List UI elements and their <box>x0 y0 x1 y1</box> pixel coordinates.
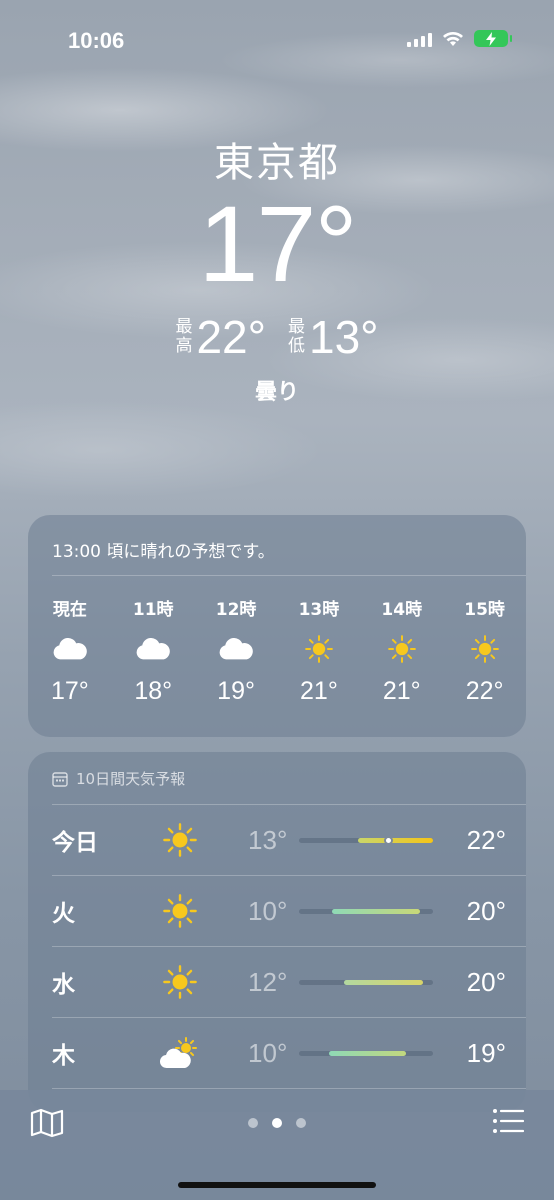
location-list-button[interactable] <box>492 1108 525 1138</box>
hourly-item: 11時 18° <box>112 595 195 706</box>
cloud-icon <box>218 621 254 677</box>
daily-row[interactable]: 今日 13° 22° <box>52 805 506 875</box>
page-indicator[interactable] <box>0 1118 554 1128</box>
daily-forecast-header: 10日間天気予報 <box>52 768 185 789</box>
hour-temperature: 21° <box>300 677 338 705</box>
hour-label: 12時 <box>215 600 257 620</box>
temperature-range-fill <box>358 837 434 843</box>
status-icons <box>407 30 512 47</box>
temperature-range-bar <box>299 908 434 914</box>
sun-icon <box>387 621 416 677</box>
hourly-item: 15時 22° <box>443 595 526 706</box>
temperature-range-bar <box>299 1050 434 1056</box>
day-high: 22° <box>466 824 506 855</box>
hour-temperature: 17° <box>51 677 89 705</box>
temperature-range-fill <box>328 1050 407 1056</box>
partly-sunny-icon <box>152 1037 209 1069</box>
sun-icon <box>305 621 333 677</box>
daily-row[interactable]: 水 12° 20° <box>52 947 506 1017</box>
hour-label: 15時 <box>464 600 505 620</box>
low-label: 最低 <box>288 317 305 356</box>
day-high: 20° <box>466 966 506 997</box>
sun-icon <box>152 965 209 999</box>
status-bar: 10:06 <box>0 0 554 84</box>
day-high: 19° <box>466 1037 506 1068</box>
current-temp-marker <box>383 835 393 845</box>
hourly-summary: 13:00 頃に晴れの予想です。 <box>52 542 275 562</box>
temperature-range-bar <box>299 979 434 985</box>
day-low: 13° <box>248 824 288 855</box>
list-icon <box>493 1109 525 1133</box>
day-name: 今日 <box>52 830 98 856</box>
daily-forecast-card[interactable]: 10日間天気予報 今日 13° 22° 火 10° 20° 水 12° 20° … <box>28 752 526 1112</box>
temperature-range-fill <box>331 908 420 914</box>
cloud-icon <box>52 621 88 677</box>
battery-charging-icon <box>474 30 512 47</box>
hour-temperature: 22° <box>465 677 504 705</box>
day-high: 20° <box>466 895 506 926</box>
hourly-item: 13時 21° <box>278 595 361 706</box>
daily-row[interactable]: 木 10° 19° <box>52 1018 506 1088</box>
day-low: 10° <box>248 895 288 926</box>
temperature-range-fill <box>343 979 423 985</box>
high-low: 最高 22° 最低 13° <box>0 312 554 362</box>
hourly-forecast-card[interactable]: 13:00 頃に晴れの予想です。 現在 17° 11時 18° 12時 19° … <box>28 515 526 737</box>
status-time: 10:06 <box>68 28 125 53</box>
wifi-icon <box>443 31 463 46</box>
calendar-icon <box>52 771 68 787</box>
daily-row[interactable]: 火 10° 20° <box>52 876 506 946</box>
cloud-icon <box>135 621 171 677</box>
condition-text: 曇り <box>254 380 299 405</box>
home-indicator[interactable] <box>178 1182 376 1188</box>
high-temp-group: 最高 22° <box>175 312 266 362</box>
hour-temperature: 21° <box>382 677 421 705</box>
hour-label: 現在 <box>52 600 87 620</box>
low-temperature: 13° <box>309 311 379 363</box>
hour-label: 13時 <box>298 600 340 620</box>
city-name: 東京都 <box>214 140 340 186</box>
daily-forecast-title: 10日間天気予報 <box>76 770 186 788</box>
hourly-item: 14時 21° <box>360 595 443 706</box>
hourly-list[interactable]: 現在 17° 11時 18° 12時 19° 13時 21° 14時 21° 1… <box>28 595 526 706</box>
day-name: 水 <box>52 972 75 998</box>
high-temperature: 22° <box>196 311 266 363</box>
day-name: 火 <box>52 901 75 927</box>
sun-icon <box>152 894 209 928</box>
hour-temperature: 18° <box>134 677 173 705</box>
page-dot[interactable] <box>296 1118 306 1128</box>
current-weather: 東京都 17° 最高 22° 最低 13° 曇り <box>0 130 554 406</box>
day-low: 12° <box>248 966 288 997</box>
sun-icon <box>152 823 209 857</box>
hour-label: 14時 <box>381 600 423 620</box>
hour-label: 11時 <box>132 600 174 620</box>
divider <box>52 1088 526 1089</box>
cellular-signal-icon <box>407 31 432 47</box>
hourly-item: 12時 19° <box>195 595 278 706</box>
divider <box>52 575 526 576</box>
page-dot-active[interactable] <box>272 1118 282 1128</box>
high-label: 最高 <box>175 317 193 356</box>
current-temperature: 17° <box>198 183 357 304</box>
day-name: 木 <box>52 1043 75 1069</box>
low-temp-group: 最低 13° <box>288 312 379 362</box>
sun-icon <box>470 621 499 677</box>
hour-temperature: 19° <box>217 677 255 705</box>
temperature-range-bar <box>299 835 434 845</box>
hourly-item: 現在 17° <box>28 595 112 706</box>
page-dot[interactable] <box>248 1118 258 1128</box>
bottom-toolbar <box>0 1090 554 1200</box>
day-low: 10° <box>248 1037 288 1068</box>
